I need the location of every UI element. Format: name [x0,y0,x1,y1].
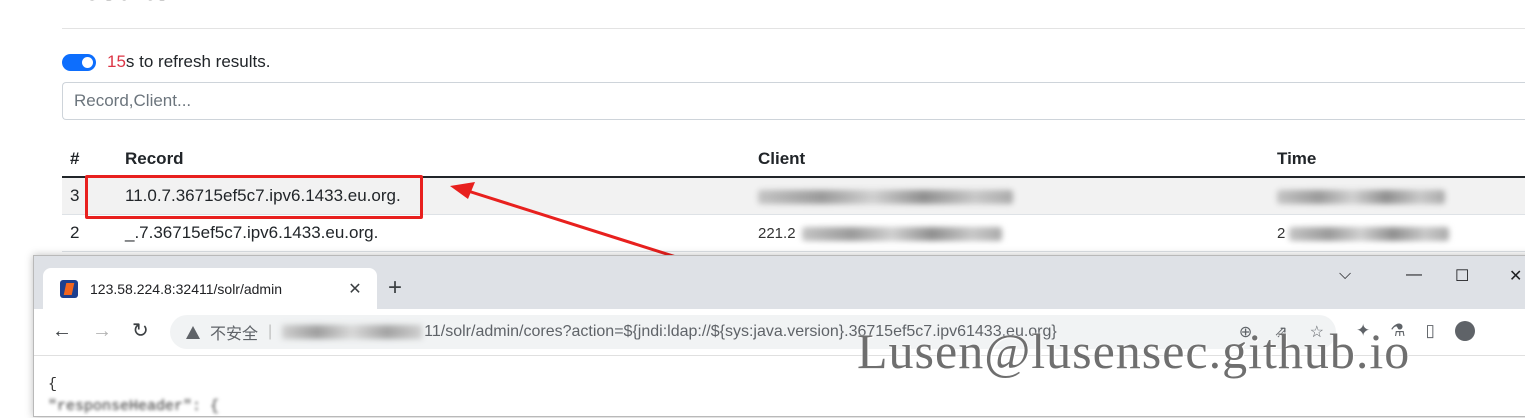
redacted-client [801,226,1002,241]
row-client: 221.2 [750,214,1269,252]
tab-title: 123.58.224.8:32411/solr/admin [90,280,282,297]
refresh-label: s to refresh results. [125,52,271,71]
insecure-label: 不安全 [210,326,259,343]
highlight-annotation-box [85,175,423,219]
page-title: Results [62,0,170,8]
maximize-icon[interactable]: ☐ [1455,266,1469,286]
tab-strip: 123.58.224.8:32411/solr/admin ✕ + ⌵ — ☐ … [34,256,1525,309]
sidepanel-icon[interactable]: ▯ [1426,321,1435,341]
column-header-record[interactable]: Record [111,142,750,178]
column-header-time[interactable]: Time [1269,142,1525,178]
redacted-host [282,325,423,339]
row-time [1269,177,1525,215]
reload-icon[interactable]: ↻ [132,319,149,343]
table-row[interactable]: 2 _.7.36715ef5c7.ipv6.1433.eu.org. 221.2… [62,214,1525,252]
row-time: 2 [1269,214,1525,252]
close-icon[interactable]: ✕ [341,279,369,299]
minimize-icon[interactable]: — [1406,266,1422,284]
warning-icon [186,325,200,339]
refresh-countdown: 15 [107,52,126,71]
response-body: { "responseHeader": { [48,374,219,418]
plus-icon[interactable]: + [388,276,402,300]
row-record: _.7.36715ef5c7.ipv6.1433.eu.org. [111,214,750,252]
browser-tab[interactable]: 123.58.224.8:32411/solr/admin ✕ [43,268,377,309]
row-client [750,177,1269,215]
profile-icon[interactable] [1454,321,1475,341]
row-index: 2 [62,214,111,252]
json-line: { [48,376,58,393]
separator: | [268,323,273,340]
redacted-time [1277,189,1445,204]
chevron-down-icon[interactable]: ⌵ [1339,266,1351,284]
back-arrow-icon[interactable]: ← [52,319,72,343]
table-header-row: # Record Client Time [62,142,1525,178]
json-line: "responseHeader": { [48,398,220,415]
favicon-icon [60,279,78,298]
window-close-icon[interactable]: ✕ [1509,266,1522,286]
auto-refresh-toggle[interactable] [62,53,96,71]
auto-refresh-row: 15 s to refresh results. [62,52,270,72]
column-header-client[interactable]: Client [750,142,1269,178]
forward-arrow-icon[interactable]: → [92,319,112,343]
search-input[interactable] [62,82,1525,120]
watermark: Lusen@lusensec.github.io [857,323,1411,379]
time-partial: 2 [1277,225,1286,243]
redacted-client [758,189,1013,204]
client-partial: 221.2 [758,225,796,243]
redacted-time [1289,226,1450,241]
column-header-index[interactable]: # [62,142,111,178]
divider [62,28,1525,29]
